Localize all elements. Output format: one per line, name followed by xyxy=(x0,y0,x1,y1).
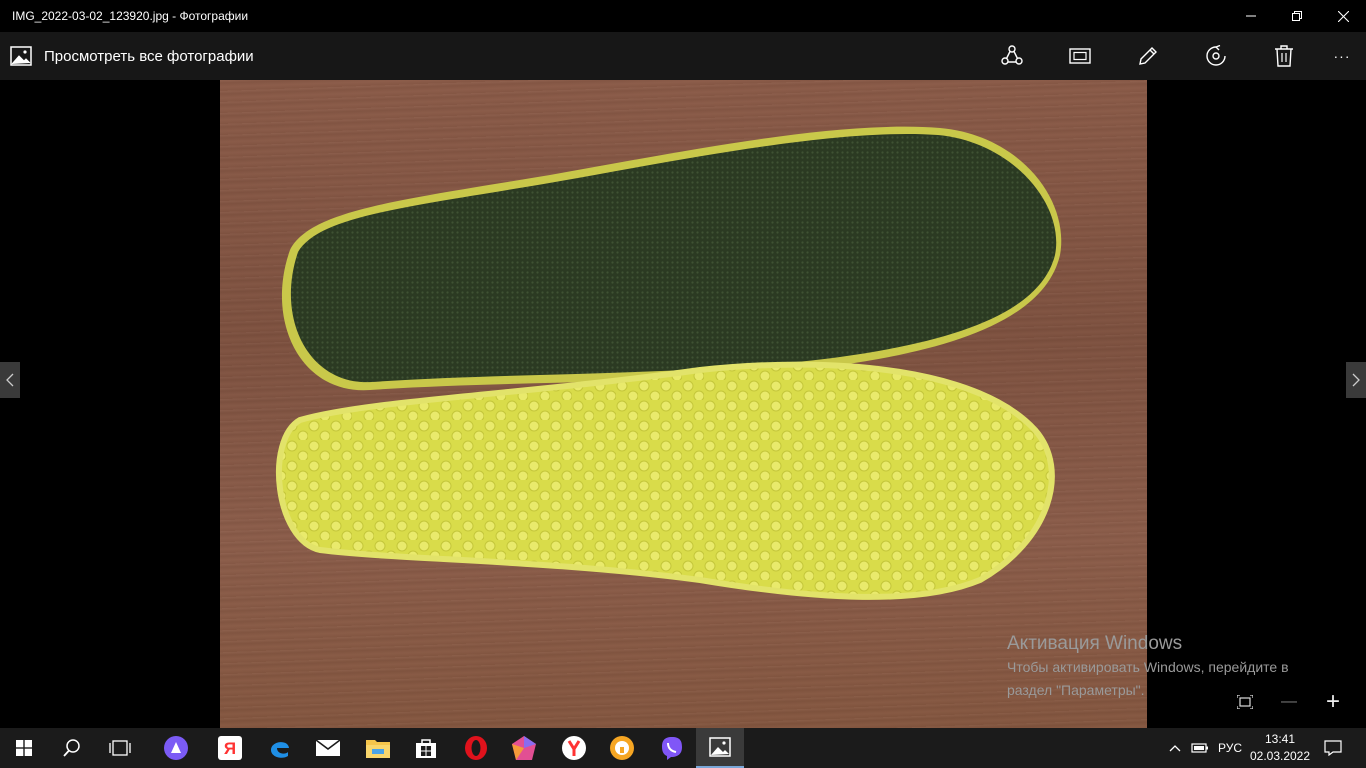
file-explorer-button[interactable] xyxy=(354,728,402,768)
start-button[interactable] xyxy=(0,728,48,768)
language-indicator[interactable]: РУС xyxy=(1214,728,1246,768)
zoom-in-button[interactable]: + xyxy=(1317,686,1349,718)
next-photo-button[interactable] xyxy=(1346,362,1366,398)
task-view-icon xyxy=(109,740,131,756)
window-title: IMG_2022-03-02_123920.jpg - Фотографии xyxy=(12,9,249,23)
title-bar: IMG_2022-03-02_123920.jpg - Фотографии xyxy=(0,0,1366,32)
battery-plug-icon xyxy=(1191,743,1208,753)
opera-icon xyxy=(465,736,487,760)
insoles-photo xyxy=(276,126,1062,600)
chevron-right-icon xyxy=(1352,373,1360,387)
alice-button[interactable] xyxy=(152,728,200,768)
search-button[interactable] xyxy=(48,728,96,768)
yellow-insole xyxy=(278,364,1052,597)
edge-icon xyxy=(271,742,289,758)
yandex-icon: Я xyxy=(218,736,242,760)
fit-to-window-button[interactable] xyxy=(1229,686,1261,718)
fit-to-window-icon xyxy=(1237,695,1253,709)
share-icon xyxy=(1001,45,1023,65)
activation-line-1: Чтобы активировать Windows, перейдите в xyxy=(1007,659,1289,675)
photo-viewer-image[interactable] xyxy=(220,80,1147,728)
edit-icon xyxy=(1139,47,1157,65)
taskbar: Я РУС 13:41 02.03.2022 xyxy=(0,728,1366,768)
kristal-button[interactable] xyxy=(500,728,548,768)
notifications-icon xyxy=(1324,740,1342,756)
chevron-up-icon xyxy=(1169,745,1181,752)
search-icon xyxy=(63,739,80,757)
minimize-button[interactable] xyxy=(1228,0,1274,32)
restore-button[interactable] xyxy=(1274,0,1320,32)
show-hidden-icons-button[interactable] xyxy=(1164,728,1186,768)
view-all-photos-button[interactable]: Просмотреть все фотографии xyxy=(10,32,254,80)
yandex-browser-button[interactable] xyxy=(550,728,598,768)
yandex-browser-icon xyxy=(562,736,586,760)
slideshow-icon xyxy=(1069,48,1091,64)
photos-taskbar-button[interactable] xyxy=(696,728,744,768)
share-button[interactable] xyxy=(988,32,1036,80)
close-button[interactable] xyxy=(1320,0,1366,32)
slideshow-button[interactable] xyxy=(1056,32,1104,80)
view-all-photos-label: Просмотреть все фотографии xyxy=(44,47,254,65)
clock-time: 13:41 xyxy=(1264,732,1296,746)
clock[interactable]: 13:41 02.03.2022 xyxy=(1248,731,1312,765)
more-icon: ··· xyxy=(1333,48,1351,64)
battery-power-button[interactable] xyxy=(1188,728,1212,768)
zoom-out-button[interactable]: — xyxy=(1273,686,1305,718)
close-icon xyxy=(1337,10,1349,22)
yandex-button[interactable]: Я xyxy=(206,728,254,768)
delete-button[interactable] xyxy=(1260,32,1308,80)
activation-heading: Активация Windows xyxy=(1007,633,1183,654)
vpn-icon xyxy=(610,736,634,760)
notifications-button[interactable] xyxy=(1318,728,1348,768)
rotate-button[interactable] xyxy=(1192,32,1240,80)
delete-icon xyxy=(1275,45,1293,67)
mail-icon xyxy=(316,739,340,756)
mail-button[interactable] xyxy=(304,728,352,768)
vpn-button[interactable] xyxy=(598,728,646,768)
store-icon xyxy=(416,739,436,758)
clock-date: 02.03.2022 xyxy=(1249,749,1311,763)
chevron-left-icon xyxy=(6,373,14,387)
restore-icon xyxy=(1292,11,1302,21)
edit-button[interactable] xyxy=(1124,32,1172,80)
alice-icon xyxy=(164,736,188,760)
photos-icon xyxy=(709,737,731,757)
svg-text:Я: Я xyxy=(224,739,236,758)
more-button[interactable]: ··· xyxy=(1318,32,1366,80)
store-button[interactable] xyxy=(402,728,450,768)
photos-command-bar: Просмотреть все фотографии ··· xyxy=(0,32,1366,80)
viber-icon xyxy=(662,737,682,760)
edge-button[interactable] xyxy=(256,728,304,768)
green-insole xyxy=(290,133,1057,383)
previous-photo-button[interactable] xyxy=(0,362,20,398)
task-view-button[interactable] xyxy=(96,728,144,768)
start-icon xyxy=(16,740,32,756)
photo-icon xyxy=(10,46,32,66)
rotate-icon xyxy=(1206,45,1226,66)
viber-button[interactable] xyxy=(648,728,696,768)
opera-button[interactable] xyxy=(452,728,500,768)
minimize-icon xyxy=(1246,15,1256,17)
kristal-icon xyxy=(512,736,536,760)
file-explorer-icon xyxy=(366,740,390,758)
